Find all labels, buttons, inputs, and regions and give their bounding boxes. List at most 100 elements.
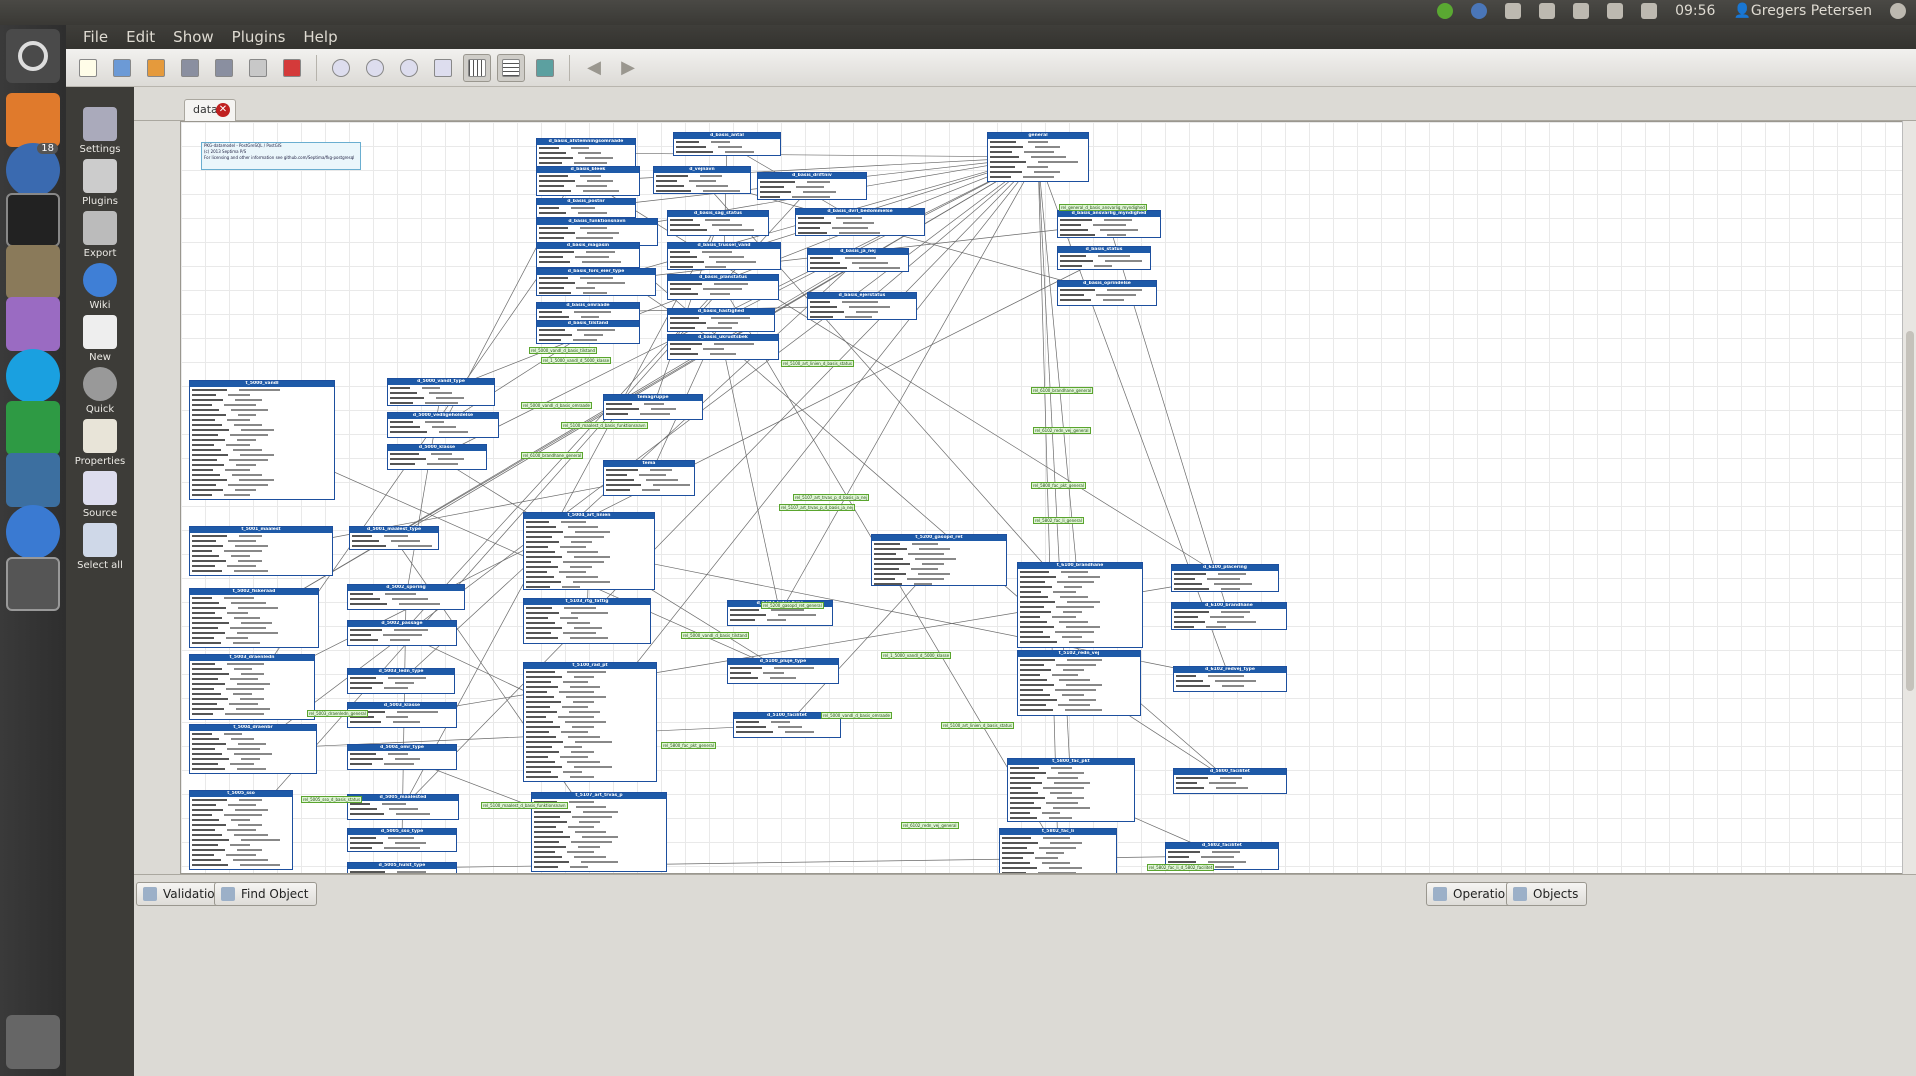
relationship-label[interactable]: rel_5800_fac_pkt_general [661,742,716,749]
relationship-label[interactable]: rel_5802_fac_li_d_5802_facilitet [1147,864,1215,871]
hp-icon[interactable] [1471,3,1488,19]
menu-help[interactable]: Help [296,28,344,46]
relationship-label[interactable]: rel_5107_art_trvas_p_d_basis_ja_nej [793,494,870,501]
show-grid-button[interactable] [463,53,491,82]
relationship-label[interactable]: rel_5100_maalest_d_basis_funktionsnavn [481,802,568,809]
table-general[interactable]: general [987,132,1089,182]
clock[interactable]: 09:56 [1675,3,1715,19]
table-d_basis_planstatus[interactable]: d_basis_planstatus [667,274,779,300]
table-d_basis_postnr[interactable]: d_basis_postnr [536,198,636,218]
table-d_5005_hulst_type[interactable]: d_5005_hulst_type [347,862,457,873]
table-d_5800_facilitet[interactable]: d_5800_facilitet [1173,768,1287,794]
table-d_5000_vedligeholdelse[interactable]: d_5000_vedligeholdelse [387,412,499,438]
table-d_5003_ledn_type[interactable]: d_5003_ledn_type [347,668,455,694]
table-d_5000_klasse[interactable]: d_5000_klasse [387,444,487,470]
gimp-icon[interactable] [6,245,60,299]
table-d_5002_passage[interactable]: d_5002_passage [347,620,457,646]
relationship-label[interactable]: rel_5000_vandl_d_basis_omraade [821,712,893,719]
menu-plugins[interactable]: Plugins [225,28,293,46]
table-tema[interactable]: tema [603,460,695,496]
find-object-button[interactable]: Find Object [214,882,318,906]
zoom-out-button[interactable] [395,54,423,82]
table-d_basis_ja_nej[interactable]: d_basis_ja_nej [807,248,909,272]
dash-home-icon[interactable] [6,29,60,83]
mail-icon[interactable] [1539,3,1556,19]
bluetooth-icon[interactable] [1505,3,1522,19]
table-t_5004_art_linien[interactable]: t_5004_art_linien [523,512,655,590]
relationship-label[interactable]: rel_5100_art_linien_d_basis_status [941,722,1014,729]
table-d_6100_brandhane[interactable]: d_6100_brandhane [1171,602,1287,630]
table-t_5102_redn_vej[interactable]: t_5102_redn_vej [1017,650,1141,716]
table-d_5005_maalested[interactable]: d_5005_maalested [347,794,459,820]
relationship-label[interactable]: rel_5107_art_trvas_p_d_basis_ja_nej [779,504,856,511]
model-tab[interactable]: data ✕ [184,99,236,121]
table-d_basis_oprindelse[interactable]: d_basis_oprindelse [1057,280,1157,306]
relationship-label[interactable]: rel_general_d_basis_ansvarlig_myndighed [1059,204,1147,211]
objects-button[interactable]: Objects [1506,882,1588,906]
volume-icon[interactable] [1641,3,1658,19]
table-d_6100_placering[interactable]: d_6100_placering [1171,564,1279,592]
relationship-label[interactable]: rel_5000_vandl_d_basis_tilstand [529,347,598,354]
table-t_5100_rad_pt[interactable]: t_5100_rad_pt [523,662,657,782]
table-d_5000_vandl_type[interactable]: d_5000_vandl_type [387,378,495,406]
table-d_basis_driftniv[interactable]: d_basis_driftniv [757,172,867,200]
relationship-label[interactable]: rel_5100_maalest_d_basis_funktionsnavn [561,422,648,429]
relationship-label[interactable]: rel_5200_gasopd_ret_general [761,602,824,609]
table-d_basis_ukrudtsbek[interactable]: d_basis_ukrudtsbek [667,334,779,360]
network-icon[interactable] [1607,3,1624,19]
table-t_5802_fac_li[interactable]: t_5802_fac_li [999,828,1117,873]
table-t_5003_draenledn[interactable]: t_5003_draenledn [189,654,315,720]
select-all-button[interactable]: Select all [66,517,134,581]
relationship-label[interactable]: rel_5802_fac_li_general [1033,517,1084,524]
zoom-reset-button[interactable] [327,54,355,82]
battery-icon[interactable] [1573,3,1590,19]
menu-edit[interactable]: Edit [119,28,162,46]
terminal-icon[interactable] [6,193,60,247]
table-d_5005_sso_type[interactable]: d_5005_sso_type [347,828,457,852]
redo-button[interactable]: ▶ [614,54,642,82]
close-model-button[interactable] [278,54,306,82]
relationship-label[interactable]: rel_5003_draenledn_general [307,710,368,717]
menu-show[interactable]: Show [166,28,220,46]
relationship-label[interactable]: rel_5100_art_linien_d_basis_status [781,360,854,367]
table-t_5000_vandl[interactable]: t_5000_vandl [189,380,335,500]
table-d_basis_fors_eier_type[interactable]: d_basis_fors_eier_type [536,268,656,296]
relationship-label[interactable]: rel_6102_redn_vej_general [1033,427,1091,434]
table-d_5001_maalest_type[interactable]: d_5001_maalest_type [349,526,439,550]
undo-button[interactable]: ◀ [580,54,608,82]
sync-icon[interactable] [1437,3,1454,19]
new-model-button[interactable] [74,54,102,82]
close-tab-icon[interactable]: ✕ [216,103,230,117]
recent-button[interactable] [142,54,170,82]
relationship-label[interactable]: rel_5000_vandl_d_basis_omraade [521,402,593,409]
table-d_5002_sporing[interactable]: d_5002_sporing [347,584,465,610]
vertical-scrollbar[interactable] [1902,121,1916,874]
relationship-label[interactable]: rel_5005_sso_d_basis_status [301,796,363,803]
relationship-label[interactable]: rel_1_5000_vandl_d_5000_klasse [881,652,952,659]
table-t_6100_brandhane[interactable]: t_6100_brandhane [1017,562,1143,648]
table-t_5002_fiskeraad[interactable]: t_5002_fiskeraad [189,588,319,648]
table-d_basis_bleek[interactable]: d_basis_bleek [536,166,640,196]
postgresql-icon[interactable] [6,453,60,507]
relationship-label[interactable]: rel_6102_redn_vej_general [901,822,959,829]
menu-file[interactable]: File [76,28,115,46]
delimiters-button[interactable] [531,54,559,82]
save-button[interactable] [176,54,204,82]
relationship-label[interactable]: rel_6100_brandhane_general [521,452,584,459]
table-d_basis_ansvarlig_myndighed[interactable]: d_basis_ansvarlig_myndighed [1057,210,1161,238]
table-d_basis_tilstand[interactable]: d_basis_tilstand [536,320,640,344]
table-d_vejnavn[interactable]: d_vejnavn [653,166,751,194]
table-t_5200_gasopd_ret[interactable]: t_5200_gasopd_ret [871,534,1007,586]
table-d_basis_ejerstatus[interactable]: d_basis_ejerstatus [807,292,917,320]
adjust-zoom-button[interactable] [429,54,457,82]
table-t_5800_fac_pkt[interactable]: t_5800_fac_pkt [1007,758,1135,822]
table-d_basis_hastighed[interactable]: d_basis_hastighed [667,308,775,332]
table-d_basis_magasin[interactable]: d_basis_magasin [536,242,640,268]
table-t_5103_rtg_fattig[interactable]: t_5103_rtg_fattig [523,598,651,644]
table-t_5001_maalest[interactable]: t_5001_maalest [189,526,333,576]
trash-icon[interactable] [6,1015,60,1069]
chromium-icon[interactable] [6,505,60,559]
relationship-label[interactable]: rel_5000_vandl_d_basis_tilstand [681,632,750,639]
save-as-button[interactable] [210,54,238,82]
relationship-label[interactable]: rel_1_5000_vandl_d_5000_klasse [541,357,612,364]
